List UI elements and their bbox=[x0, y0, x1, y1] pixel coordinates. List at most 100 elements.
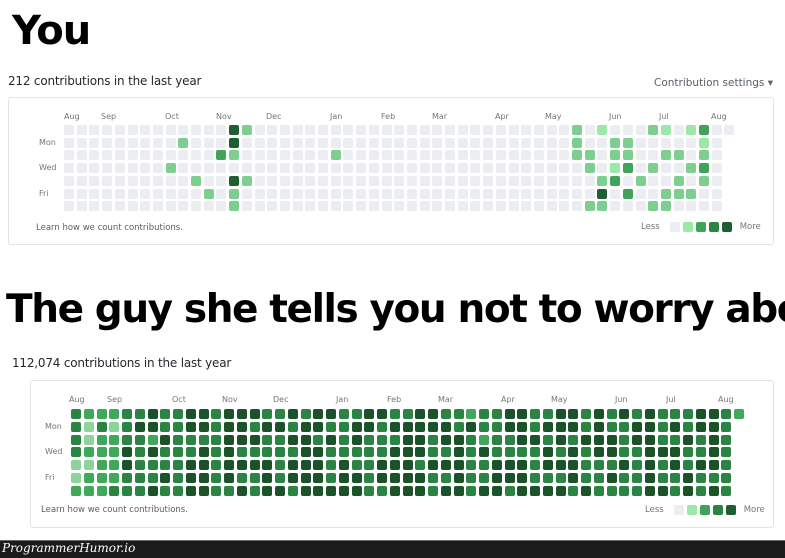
contribution-day-cell[interactable] bbox=[83, 447, 94, 458]
contribution-day-cell[interactable] bbox=[394, 137, 405, 148]
contribution-day-cell[interactable] bbox=[483, 188, 494, 199]
contribution-day-cell[interactable] bbox=[76, 163, 87, 174]
contribution-day-cell[interactable] bbox=[292, 125, 303, 135]
contribution-day-cell[interactable] bbox=[351, 434, 362, 445]
contribution-day-cell[interactable] bbox=[236, 485, 247, 496]
contribution-day-cell[interactable] bbox=[224, 421, 234, 432]
contribution-day-cell[interactable] bbox=[381, 201, 392, 212]
contribution-day-cell[interactable] bbox=[632, 447, 642, 458]
contribution-day-cell[interactable] bbox=[109, 409, 120, 419]
contribution-day-cell[interactable] bbox=[568, 421, 579, 432]
contribution-day-cell[interactable] bbox=[483, 201, 494, 212]
contribution-day-cell[interactable] bbox=[619, 421, 630, 432]
contribution-day-cell[interactable] bbox=[711, 163, 722, 174]
contribution-day-cell[interactable] bbox=[236, 460, 247, 470]
contribution-day-cell[interactable] bbox=[102, 125, 113, 135]
contribution-day-cell[interactable] bbox=[483, 125, 494, 135]
contribution-day-cell[interactable] bbox=[657, 472, 668, 483]
contribution-day-cell[interactable] bbox=[394, 125, 405, 135]
contribution-day-cell[interactable] bbox=[546, 137, 557, 148]
contribution-day-cell[interactable] bbox=[241, 150, 252, 161]
contribution-day-cell[interactable] bbox=[686, 137, 697, 148]
contribution-day-cell[interactable] bbox=[267, 188, 278, 199]
contribution-day-cell[interactable] bbox=[330, 188, 341, 199]
contribution-day-cell[interactable] bbox=[470, 175, 481, 186]
contribution-day-cell[interactable] bbox=[351, 409, 362, 419]
contribution-day-cell[interactable] bbox=[533, 175, 544, 186]
contribution-day-cell[interactable] bbox=[211, 421, 222, 432]
contribution-day-cell[interactable] bbox=[521, 137, 532, 148]
contribution-day-cell[interactable] bbox=[140, 150, 151, 161]
contribution-day-cell[interactable] bbox=[657, 409, 668, 419]
contribution-day-cell[interactable] bbox=[517, 485, 528, 496]
contribution-day-cell[interactable] bbox=[517, 447, 528, 458]
contribution-day-cell[interactable] bbox=[152, 125, 163, 135]
contribution-day-cell[interactable] bbox=[140, 188, 151, 199]
contribution-day-cell[interactable] bbox=[96, 409, 107, 419]
contribution-day-cell[interactable] bbox=[606, 485, 617, 496]
contribution-day-cell[interactable] bbox=[71, 485, 81, 496]
contribution-day-cell[interactable] bbox=[457, 163, 468, 174]
contribution-day-cell[interactable] bbox=[699, 188, 709, 199]
contribution-day-cell[interactable] bbox=[711, 175, 722, 186]
contribution-day-cell[interactable] bbox=[96, 472, 107, 483]
contribution-day-cell[interactable] bbox=[147, 472, 158, 483]
contribution-day-cell[interactable] bbox=[122, 434, 132, 445]
contribution-day-cell[interactable] bbox=[622, 175, 633, 186]
contribution-day-cell[interactable] bbox=[203, 150, 214, 161]
contribution-day-cell[interactable] bbox=[721, 485, 732, 496]
contribution-day-cell[interactable] bbox=[140, 201, 151, 212]
contribution-day-cell[interactable] bbox=[453, 472, 464, 483]
contribution-day-cell[interactable] bbox=[71, 460, 81, 470]
contribution-day-cell[interactable] bbox=[160, 460, 171, 470]
contribution-day-cell[interactable] bbox=[415, 434, 426, 445]
contribution-day-cell[interactable] bbox=[389, 472, 400, 483]
contribution-day-cell[interactable] bbox=[699, 163, 709, 174]
contribution-day-cell[interactable] bbox=[330, 163, 341, 174]
contribution-day-cell[interactable] bbox=[466, 485, 477, 496]
contribution-day-cell[interactable] bbox=[495, 188, 506, 199]
contribution-day-cell[interactable] bbox=[479, 434, 489, 445]
contribution-day-cell[interactable] bbox=[114, 188, 125, 199]
contribution-day-cell[interactable] bbox=[377, 421, 387, 432]
contribution-day-cell[interactable] bbox=[406, 125, 417, 135]
contribution-day-cell[interactable] bbox=[402, 460, 413, 470]
contribution-day-cell[interactable] bbox=[660, 201, 671, 212]
contribution-day-cell[interactable] bbox=[267, 137, 278, 148]
contribution-day-cell[interactable] bbox=[114, 175, 125, 186]
contribution-day-cell[interactable] bbox=[305, 125, 316, 135]
contribution-day-cell[interactable] bbox=[632, 421, 642, 432]
contribution-day-cell[interactable] bbox=[377, 472, 387, 483]
contribution-day-cell[interactable] bbox=[381, 137, 392, 148]
contribution-day-cell[interactable] bbox=[89, 201, 100, 212]
contribution-day-cell[interactable] bbox=[606, 460, 617, 470]
contribution-day-cell[interactable] bbox=[152, 188, 163, 199]
contribution-day-cell[interactable] bbox=[406, 150, 417, 161]
contribution-day-cell[interactable] bbox=[521, 150, 532, 161]
contribution-day-cell[interactable] bbox=[203, 188, 214, 199]
contribution-day-cell[interactable] bbox=[254, 188, 265, 199]
contribution-day-cell[interactable] bbox=[584, 188, 595, 199]
contribution-day-cell[interactable] bbox=[635, 150, 646, 161]
contribution-day-cell[interactable] bbox=[695, 421, 706, 432]
contribution-day-cell[interactable] bbox=[160, 485, 171, 496]
contribution-day-cell[interactable] bbox=[572, 150, 582, 161]
contribution-day-cell[interactable] bbox=[185, 460, 196, 470]
contribution-day-cell[interactable] bbox=[96, 447, 107, 458]
contribution-day-cell[interactable] bbox=[275, 485, 285, 496]
contribution-day-cell[interactable] bbox=[191, 125, 201, 135]
contribution-day-cell[interactable] bbox=[305, 175, 316, 186]
contribution-day-cell[interactable] bbox=[593, 472, 604, 483]
contribution-day-cell[interactable] bbox=[275, 409, 285, 419]
contribution-day-cell[interactable] bbox=[343, 163, 354, 174]
contribution-day-cell[interactable] bbox=[292, 137, 303, 148]
contribution-day-cell[interactable] bbox=[356, 163, 367, 174]
contribution-day-cell[interactable] bbox=[381, 150, 392, 161]
contribution-day-cell[interactable] bbox=[109, 421, 120, 432]
contribution-day-cell[interactable] bbox=[330, 175, 341, 186]
contribution-day-cell[interactable] bbox=[318, 125, 328, 135]
contribution-day-cell[interactable] bbox=[343, 125, 354, 135]
contribution-day-cell[interactable] bbox=[313, 472, 324, 483]
contribution-day-cell[interactable] bbox=[584, 125, 595, 135]
contribution-day-cell[interactable] bbox=[504, 421, 515, 432]
